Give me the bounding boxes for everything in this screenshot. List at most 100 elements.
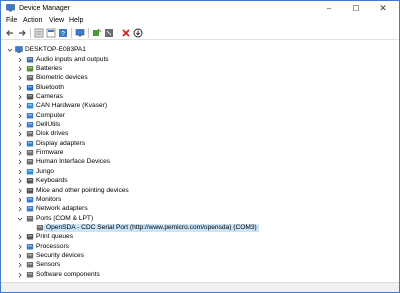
close-button[interactable]: ✕ [373,1,393,16]
category-item-label: DellUtils [36,121,61,129]
chevron-down-icon[interactable] [17,216,23,222]
chevron-right-icon[interactable] [17,234,23,240]
maximize-button[interactable]: ☐ [346,1,366,16]
minimize-button[interactable]: – [319,1,339,16]
category-item-label: Batteries [36,64,63,72]
menu-file[interactable]: File [6,17,17,25]
chevron-right-icon[interactable] [17,188,23,194]
display-adapter-icon [26,140,34,147]
uninstall-device-icon[interactable] [121,28,131,38]
chevron-right-icon[interactable] [17,206,23,212]
category-item[interactable]: Keyboards [1,177,399,186]
computer-icon [26,112,34,119]
category-item[interactable]: Human Interface Devices [1,158,399,167]
category-item[interactable]: Ports (COM & LPT) [1,215,399,224]
category-item[interactable]: Network adapters [1,205,399,214]
category-item-label: Sensors [36,261,61,269]
category-item-label: Human Interface Devices [36,158,111,166]
chevron-right-icon[interactable] [17,253,23,259]
camera-icon [26,94,34,100]
chevron-right-icon[interactable] [17,141,23,147]
category-item[interactable]: Sensors [1,261,399,270]
chevron-right-icon[interactable] [17,272,23,278]
processor-icon [26,243,34,250]
category-item[interactable]: Software components [1,271,399,280]
speaker-icon [26,56,34,63]
chevron-down-icon[interactable] [7,47,13,53]
category-item-label: Firmware [36,149,64,157]
category-item-label: CAN Hardware (Kvaser) [36,102,108,110]
chevron-right-icon[interactable] [17,85,23,91]
category-item[interactable]: Bluetooth [1,84,399,93]
category-item[interactable]: Audio inputs and outputs [1,56,399,65]
category-item[interactable]: Processors [1,243,399,252]
chevron-right-icon[interactable] [17,178,23,184]
show-hidden-icon[interactable] [46,28,56,38]
network-adapter-icon [26,206,34,212]
category-item[interactable]: Disk drives [1,130,399,139]
category-item[interactable]: CAN Hardware (Kvaser) [1,102,399,111]
menu-view[interactable]: View [49,17,64,25]
chevron-right-icon[interactable] [17,131,23,137]
properties-icon[interactable] [34,28,44,38]
forward-arrow-icon[interactable] [17,28,27,38]
device-manager-window: Device Manager – ☐ ✕ File Action View He… [0,0,400,293]
menu-action[interactable]: Action [23,17,42,25]
chevron-right-icon[interactable] [17,159,23,165]
category-item-label: Computer [36,111,65,119]
category-item-label: Audio inputs and outputs [36,55,109,63]
category-item[interactable]: Jungo [1,168,399,177]
back-arrow-icon[interactable] [5,28,15,38]
chevron-right-icon[interactable] [17,66,23,72]
update-driver-icon[interactable] [92,28,102,38]
category-item[interactable]: Monitors [1,196,399,205]
chevron-right-icon[interactable] [17,122,23,128]
category-item[interactable]: Cameras [1,93,399,102]
download-driver-icon[interactable] [133,28,143,38]
category-item-label: Cameras [36,93,63,100]
status-bar [1,282,399,292]
category-item[interactable]: Print queues [1,233,399,242]
chevron-right-icon[interactable] [17,94,23,100]
menu-bar: File Action View Help [1,16,399,26]
device-item-label: OpenSDA - CDC Serial Port (http://www.pe… [44,223,259,233]
scan-hardware-icon[interactable] [75,28,85,38]
chevron-right-icon[interactable] [17,113,23,119]
category-item[interactable]: Biometric devices [1,74,399,83]
chevron-right-icon[interactable] [17,103,23,109]
category-item[interactable]: Firmware [1,149,399,158]
bluetooth-icon [26,84,34,91]
battery-icon [26,65,34,72]
menu-help[interactable]: Help [69,17,83,25]
help-icon[interactable]: ? [58,28,68,38]
fingerprint-icon [26,75,34,81]
category-item-label: Print queues [36,233,74,241]
category-item[interactable]: Display adapters [1,140,399,149]
category-item[interactable]: Security devices [1,252,399,261]
category-item[interactable]: Batteries [1,65,399,74]
chevron-right-icon[interactable] [17,244,23,250]
chevron-right-icon[interactable] [17,57,23,63]
computer-icon [15,46,23,53]
chevron-right-icon[interactable] [17,150,23,156]
chevron-right-icon[interactable] [17,169,23,175]
chevron-right-icon[interactable] [17,262,23,268]
tree-root[interactable]: DESKTOP-E083PA1 [1,46,399,55]
disable-device-icon[interactable] [104,28,114,38]
category-item[interactable]: DellUtils [1,121,399,130]
keyboard-icon [26,178,34,184]
firmware-icon [26,150,34,156]
chevron-right-icon[interactable] [17,197,23,203]
category-item-label: Disk drives [36,130,69,138]
category-item[interactable]: Mice and other pointing devices [1,187,399,196]
chevron-right-icon[interactable] [17,75,23,81]
toolbar-separator [30,28,31,38]
category-item-label: Software components [36,270,100,278]
category-item[interactable]: Computer [1,112,399,121]
can-hardware-icon [26,103,34,109]
security-device-icon [26,252,34,259]
device-item[interactable]: OpenSDA - CDC Serial Port (http://www.pe… [1,223,399,233]
category-item-label: Mice and other pointing devices [36,186,129,194]
toolbar-separator [88,28,89,38]
sensor-icon [26,262,34,268]
